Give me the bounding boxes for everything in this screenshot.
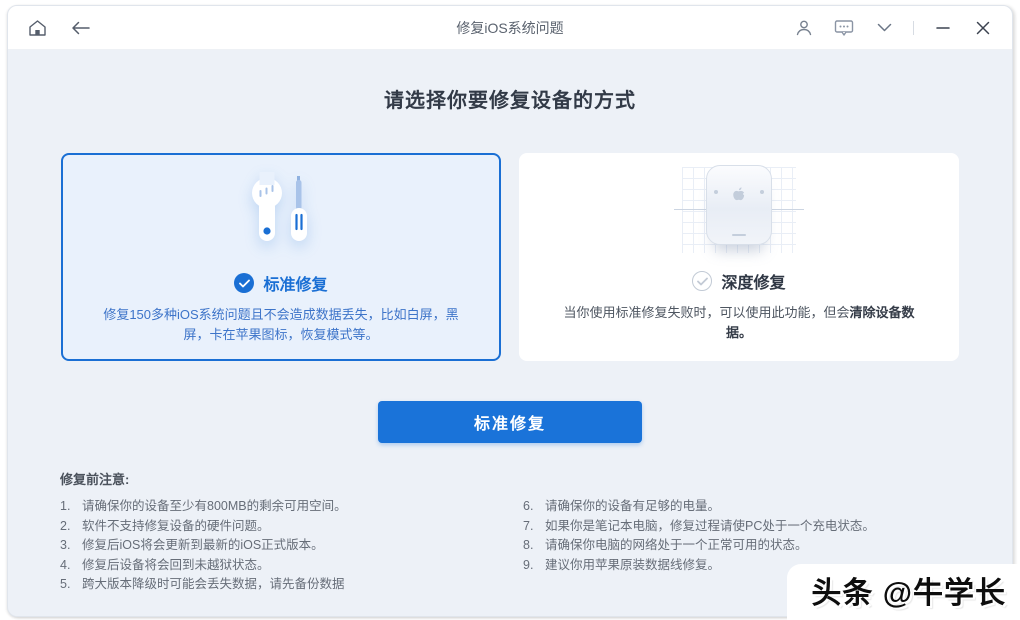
titlebar: 修复iOS系统问题 xyxy=(8,6,1012,50)
card-standard-repair[interactable]: 标准修复 修复150多种iOS系统问题且不会造成数据丢失，比如白屏，黑屏，卡在苹… xyxy=(61,153,501,361)
note-item: 请确保你的设备至少有800MB的剩余可用空间。 xyxy=(82,499,347,513)
close-icon[interactable] xyxy=(972,17,994,39)
titlebar-divider xyxy=(913,20,914,35)
standard-repair-title: 标准修复 xyxy=(263,277,328,294)
standard-repair-description: 修复150多种iOS系统问题且不会造成数据丢失，比如白屏，黑屏，卡在苹果图标，恢… xyxy=(103,307,459,342)
note-item: 如果你是笔记本电脑，修复过程请使PC处于一个充电状态。 xyxy=(545,518,875,533)
home-icon[interactable] xyxy=(26,17,48,39)
card-deep-repair[interactable]: 深度修复 当你使用标准修复失败时，可以使用此功能，但会清除设备数据。 xyxy=(519,153,959,361)
feedback-chat-icon[interactable] xyxy=(833,17,855,39)
deep-repair-description-text: 当你使用标准修复失败时，可以使用此功能，但会 xyxy=(563,305,850,320)
note-item: 请确保你电脑的网络处于一个正常可用的状态。 xyxy=(545,538,808,552)
user-account-icon[interactable] xyxy=(793,17,815,39)
watermark-text: 头条 @牛学长 xyxy=(811,577,1006,610)
tools-icon xyxy=(233,161,329,269)
app-window: 修复iOS系统问题 请选择你要修复设备的方式 标准修复 修复150多种iOS系统… xyxy=(7,5,1013,617)
note-item: 请确保你的设备有足够的电量。 xyxy=(545,499,721,513)
selected-radio-icon[interactable] xyxy=(234,273,255,293)
standard-repair-button[interactable]: 标准修复 xyxy=(378,401,642,443)
watermark-badge: 头条 @牛学长 xyxy=(787,564,1020,620)
device-icon xyxy=(664,159,814,267)
note-item: 跨大版本降级时可能会丢失数据，请先备份数据 xyxy=(82,577,345,591)
apple-logo-icon xyxy=(731,184,748,203)
unselected-radio-icon[interactable] xyxy=(692,271,713,291)
deep-repair-title: 深度修复 xyxy=(721,275,786,292)
note-item: 修复后设备将会回到未越狱状态。 xyxy=(82,557,270,572)
repair-mode-cards: 标准修复 修复150多种iOS系统问题且不会造成数据丢失，比如白屏，黑屏，卡在苹… xyxy=(8,153,1012,361)
page-title: 请选择你要修复设备的方式 xyxy=(384,90,636,112)
notes-title: 修复前注意: xyxy=(60,472,130,487)
minimize-icon[interactable] xyxy=(932,17,954,39)
note-item: 软件不支持修复设备的硬件问题。 xyxy=(82,518,270,533)
deep-repair-description: 当你使用标准修复失败时，可以使用此功能，但会清除设备数据。 xyxy=(553,303,925,343)
back-icon[interactable] xyxy=(70,17,92,39)
notes-list-left: 请确保你的设备至少有800MB的剩余可用空间。 软件不支持修复设备的硬件问题。 … xyxy=(60,497,497,595)
note-item: 修复后iOS将会更新到最新的iOS正式版本。 xyxy=(82,538,324,552)
chevron-down-icon[interactable] xyxy=(873,17,895,39)
